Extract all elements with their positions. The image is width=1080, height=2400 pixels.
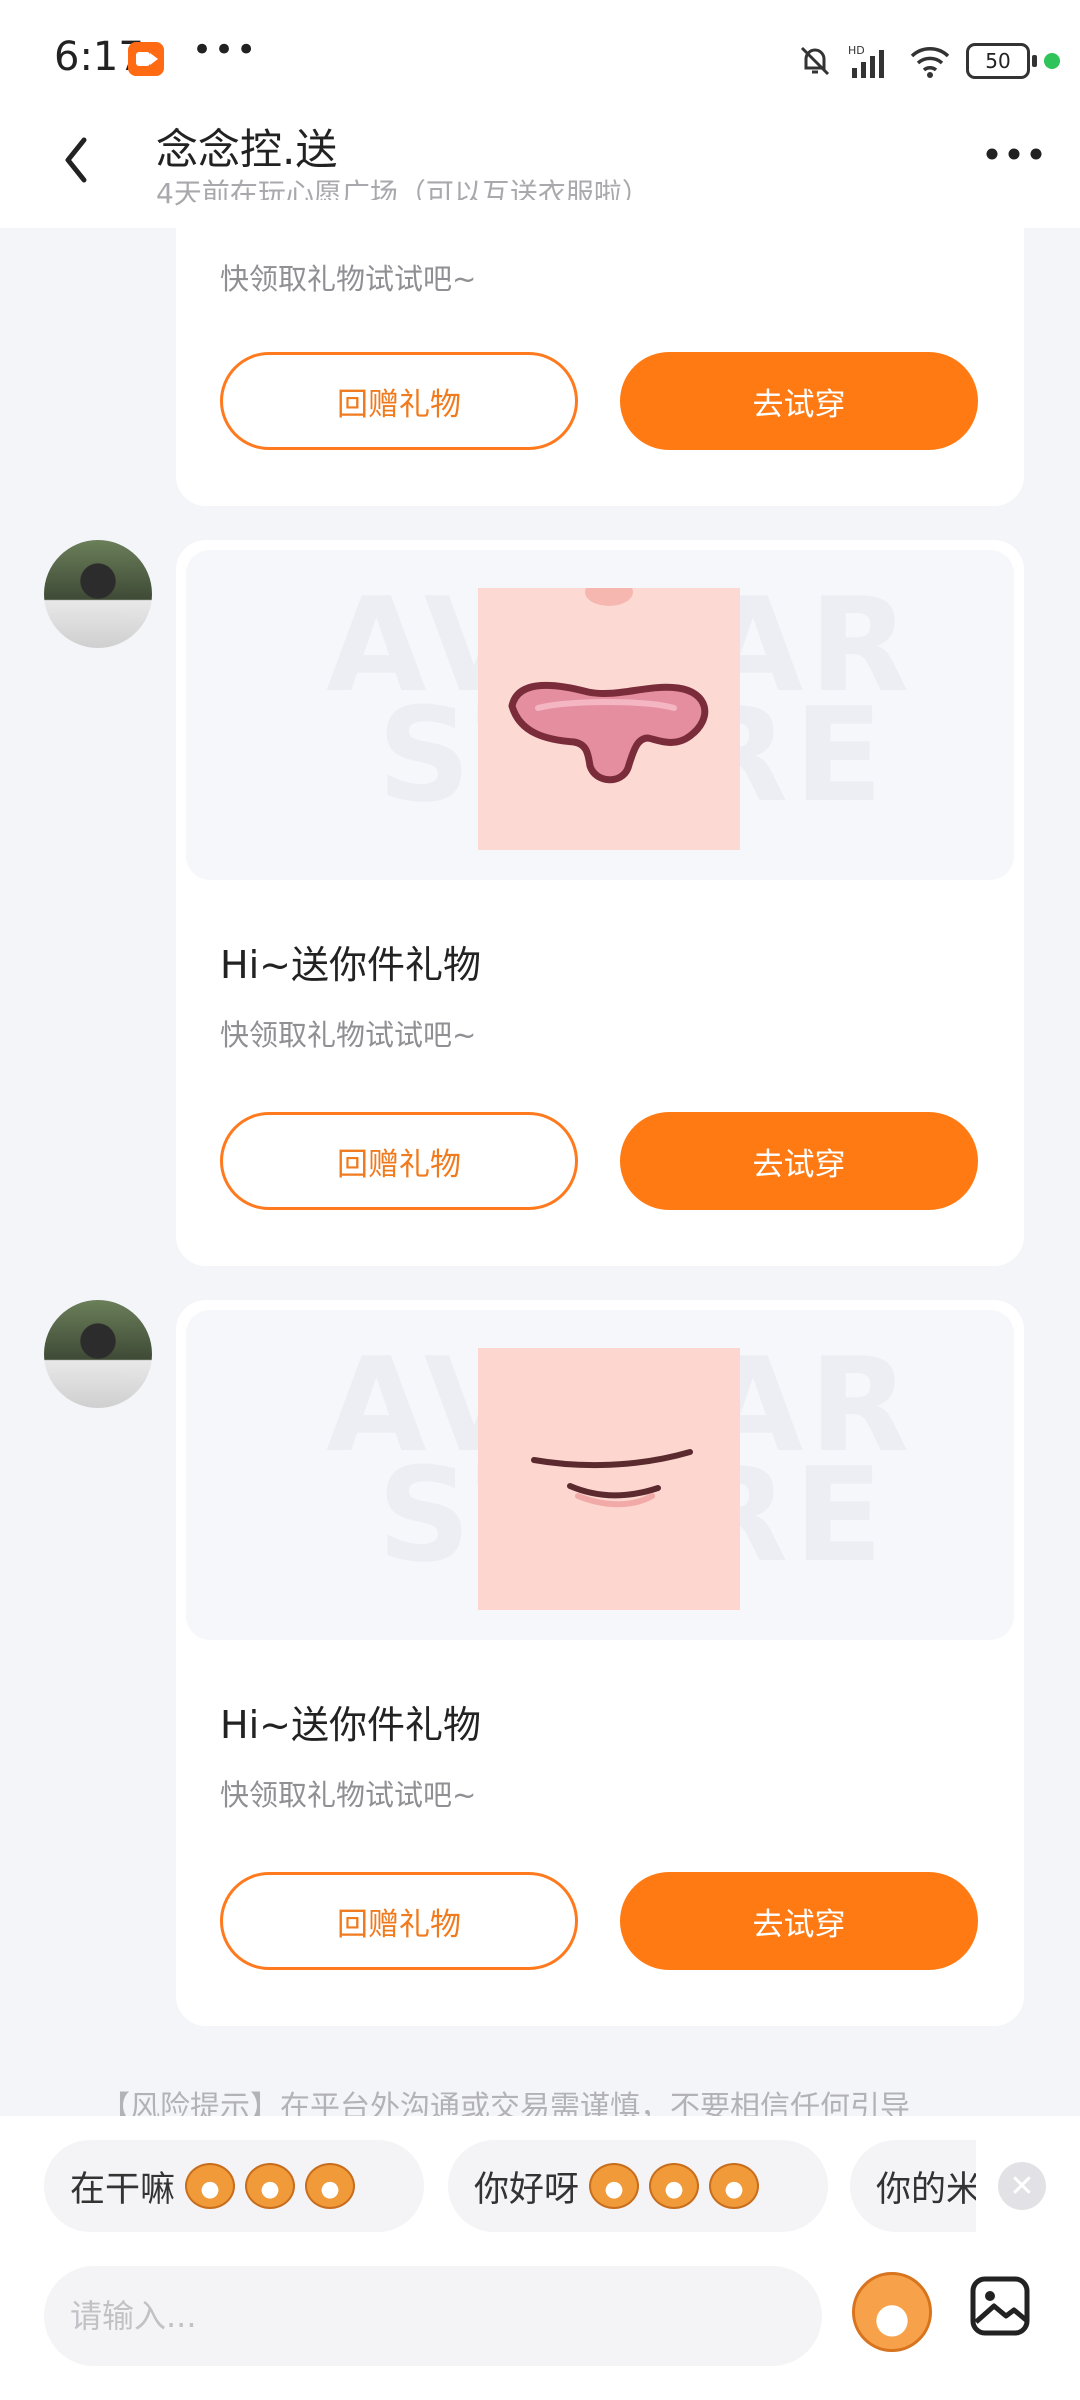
signal-icon: HD [848,44,884,78]
surprised-emoji-icon [709,2163,760,2209]
wifi-icon [910,47,950,78]
gift-message-card: AVATAR STORE Hi~送你件礼物 快领取礼物试试吧~ 回赠礼物 去试穿 [176,540,1024,1266]
surprised-emoji-icon [649,2163,700,2209]
try-on-button[interactable]: 去试穿 [620,1872,978,1970]
quick-reply-text: 在干嘛 [70,2169,176,2210]
status-dots: ••• [192,30,259,70]
svg-text:HD: HD [848,44,865,57]
sender-avatar[interactable] [44,1300,152,1408]
message-title: Hi~送你件礼物 [220,943,481,987]
try-on-button[interactable]: 去试穿 [620,1112,978,1210]
quick-reply-chip[interactable]: 你的米 [850,2140,976,2232]
chat-title: 念念控.送 [156,125,338,174]
surprised-emoji-icon [589,2163,640,2209]
status-icons: HD 50 [796,36,1060,86]
privacy-dot [1044,53,1060,69]
screen-record-icon [128,42,164,76]
gift-message-card: 快领取礼物试试吧~ 回赠礼物 去试穿 [176,200,1024,506]
grin-emoji-icon [245,2163,296,2209]
message-title: Hi~送你件礼物 [220,1703,481,1747]
return-gift-button[interactable]: 回赠礼物 [220,1112,578,1210]
message-subtitle: 快领取礼物试试吧~ [220,1018,477,1052]
gift-preview[interactable]: AVATAR STORE [186,550,1014,880]
quick-reply-text: 你好呀 [474,2169,580,2210]
status-bar: 6:17 ••• HD 50 [0,0,1080,124]
message-subtitle: 快领取礼物试试吧~ [220,262,477,296]
more-icon[interactable] [984,142,1044,166]
gift-preview[interactable]: AVATAR STORE [186,1310,1014,1640]
grin-emoji-icon [185,2163,236,2209]
close-icon[interactable]: ✕ [998,2162,1046,2210]
return-gift-button[interactable]: 回赠礼物 [220,352,578,450]
battery-indicator: 50 [966,43,1037,79]
quick-reply-text: 你的米 [876,2169,976,2210]
return-gift-button[interactable]: 回赠礼物 [220,1872,578,1970]
quick-reply-chip[interactable]: 在干嘛 [44,2140,424,2232]
gift-image-lips [478,1348,740,1610]
message-subtitle: 快领取礼物试试吧~ [220,1778,477,1812]
gift-message-card: AVATAR STORE Hi~送你件礼物 快领取礼物试试吧~ 回赠礼物 去试穿 [176,1300,1024,2026]
gift-image-mouth [478,578,740,850]
image-icon[interactable] [968,2274,1032,2338]
back-icon[interactable] [56,130,96,190]
mute-bell-icon [800,46,830,76]
sender-avatar[interactable] [44,540,152,648]
bottom-panel: 在干嘛 你好呀 你的米 ✕ [0,2116,1080,2400]
try-on-button[interactable]: 去试穿 [620,352,978,450]
grin-emoji-icon [305,2163,356,2209]
quick-reply-chip[interactable]: 你好呀 [448,2140,828,2232]
message-input[interactable] [44,2266,822,2366]
mascot-sticker-icon[interactable] [852,2272,932,2352]
